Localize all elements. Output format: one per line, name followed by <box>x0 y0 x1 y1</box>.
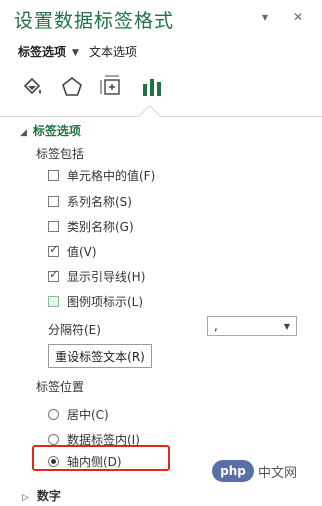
fill-line-icon[interactable] <box>18 72 46 102</box>
checkbox[interactable] <box>48 296 59 307</box>
checkbox[interactable] <box>48 196 59 207</box>
collapse-icon[interactable]: ▾ <box>262 10 268 24</box>
pane-title: 设置数据标签格式 <box>14 10 175 32</box>
active-pointer <box>138 104 161 127</box>
tab-divider <box>0 116 322 117</box>
label-options-icon[interactable] <box>138 72 166 102</box>
close-icon[interactable]: ✕ <box>293 10 303 24</box>
checkbox-legend-key[interactable]: 图例项标示(L) <box>48 293 143 310</box>
section-label-options[interactable]: ◢ 标签选项 <box>20 122 81 139</box>
reset-label-text-button[interactable]: 重设标签文本(R) <box>48 344 152 368</box>
checkbox[interactable] <box>48 170 59 181</box>
separator-select[interactable]: , ▼ <box>207 316 297 336</box>
section-number[interactable]: ▷ 数字 <box>22 487 61 504</box>
caret-right-icon[interactable]: ▷ <box>22 493 29 503</box>
php-logo: php <box>212 460 254 482</box>
radio-center[interactable]: 居中(C) <box>48 406 109 423</box>
tab-text-options[interactable]: 文本选项 <box>89 45 137 59</box>
size-properties-icon[interactable] <box>98 72 126 102</box>
checkbox-leader-lines[interactable]: 显示引导线(H) <box>48 267 145 285</box>
radio-button[interactable] <box>48 409 59 420</box>
checkbox[interactable] <box>48 221 59 232</box>
checkbox-value[interactable]: 值(V) <box>48 242 97 260</box>
options-tabs: 标签选项 ▼ 文本选项 <box>18 43 137 60</box>
chevron-down-icon[interactable]: ▼ <box>72 48 79 58</box>
checkbox-category-name[interactable]: 类别名称(G) <box>48 218 134 235</box>
checkbox-series-name[interactable]: 系列名称(S) <box>48 193 132 210</box>
checkbox-checked[interactable] <box>48 242 59 257</box>
watermark: php 中文网 <box>212 460 297 482</box>
highlight-box <box>32 445 170 471</box>
checkbox-checked[interactable] <box>48 267 59 282</box>
watermark-text: 中文网 <box>258 465 298 481</box>
caret-down-icon[interactable]: ◢ <box>20 128 27 138</box>
tab-label-options[interactable]: 标签选项 <box>18 45 66 59</box>
label-contains-heading: 标签包括 <box>36 147 85 161</box>
separator-label: 分隔符(E) <box>48 323 101 337</box>
label-position-heading: 标签位置 <box>36 380 85 394</box>
dropdown-arrow-icon[interactable]: ▼ <box>284 322 290 331</box>
effects-icon[interactable] <box>58 72 86 102</box>
checkbox-cell-value[interactable]: 单元格中的值(F) <box>48 167 155 184</box>
radio-button[interactable] <box>48 434 59 445</box>
